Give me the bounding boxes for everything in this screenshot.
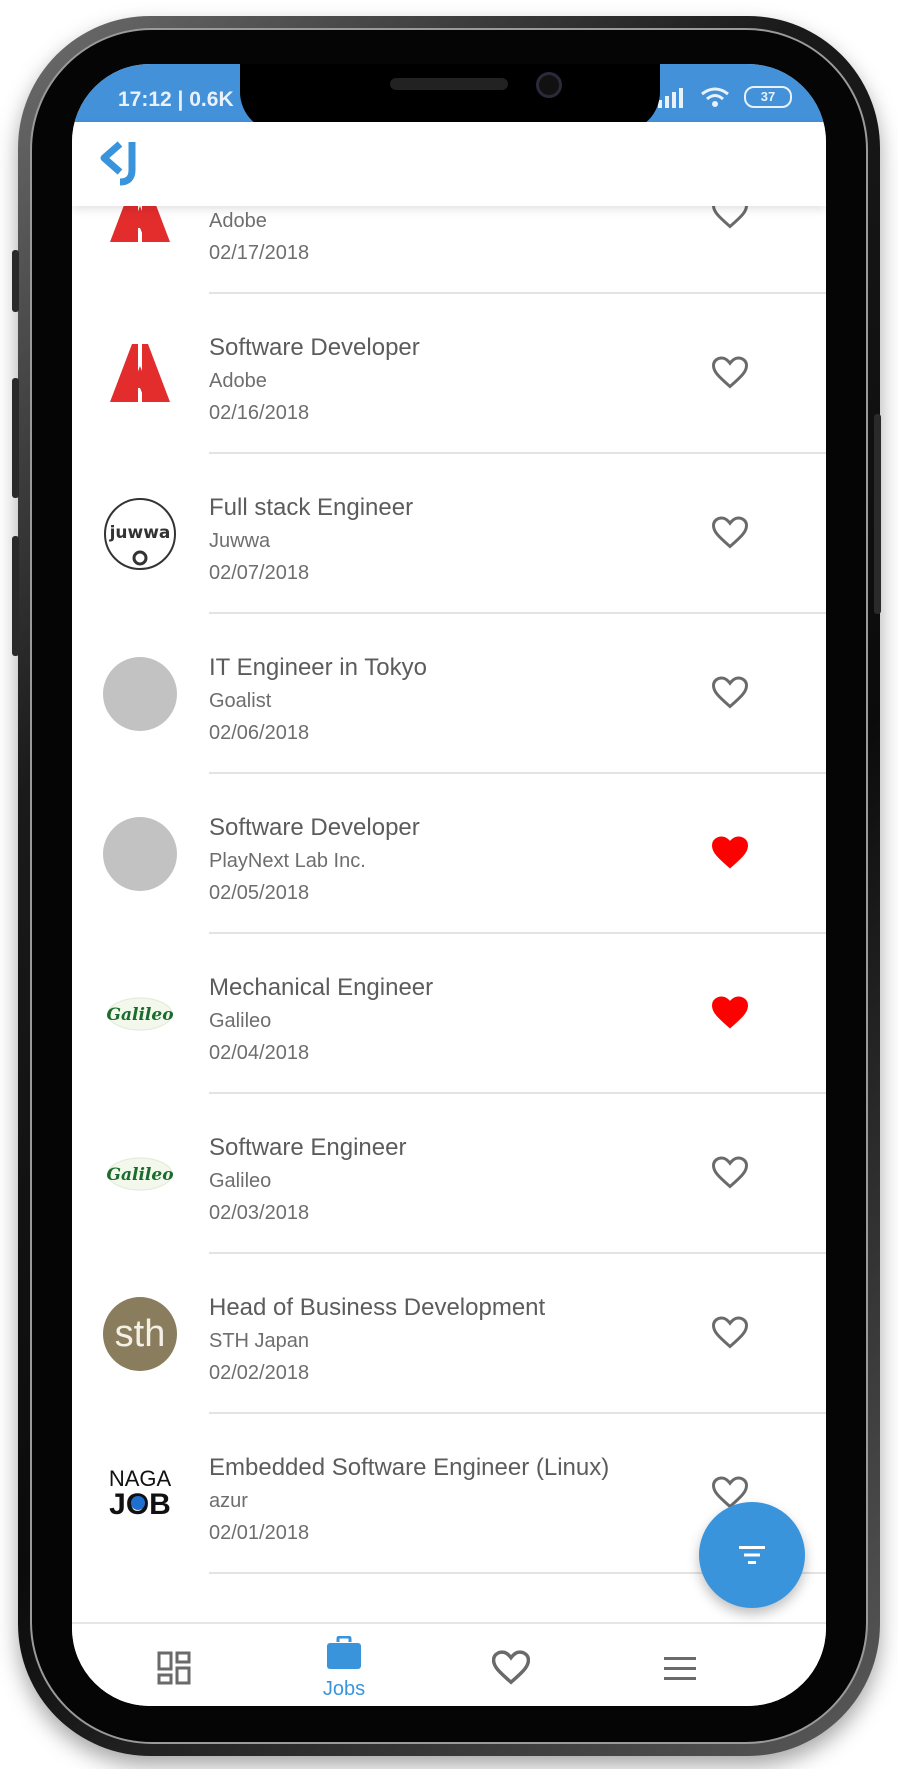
job-title: Software Developer — [209, 334, 420, 361]
favorite-heart-icon[interactable] — [712, 516, 748, 550]
briefcase-icon — [327, 1636, 361, 1669]
wifi-icon — [701, 87, 729, 107]
earpiece-speaker — [390, 78, 508, 90]
job-title: Mechanical Engineer — [209, 974, 434, 1001]
volume-up-button — [12, 378, 19, 498]
job-date: 02/01/2018 — [209, 1522, 310, 1544]
filter-button[interactable] — [699, 1502, 805, 1608]
job-company: STH Japan — [209, 1330, 310, 1352]
job-company: Galileo — [209, 1170, 272, 1192]
app-bar — [72, 122, 826, 206]
volume-down-button — [12, 536, 19, 656]
job-title: Software Developer — [209, 814, 420, 841]
favorite-heart-icon[interactable] — [712, 356, 748, 390]
job-company: azur — [209, 1490, 248, 1512]
job-date: 02/05/2018 — [209, 882, 310, 904]
job-title: Head of Business Development — [209, 1294, 546, 1321]
company-logo: sth — [103, 1297, 177, 1371]
job-list-item[interactable]: Galileo Mechanical Engineer Galileo 02/04/2… — [72, 934, 826, 1094]
company-logo: NAGAJOB — [109, 1466, 172, 1521]
job-company: Goalist — [209, 690, 272, 712]
job-list-item[interactable]: Galileo Software Engineer Galileo 02/03/201… — [72, 1094, 826, 1254]
job-list-item[interactable]: sth Head of Business Development STH Japan… — [72, 1254, 826, 1414]
job-list-item[interactable]: IT Engineer in Tokyo Goalist 02/06/2018 — [72, 614, 826, 774]
job-date: 02/17/2018 — [209, 242, 310, 264]
favorite-heart-icon[interactable] — [712, 836, 748, 870]
dashboard-icon — [157, 1651, 191, 1685]
job-date: 02/02/2018 — [209, 1362, 310, 1384]
galileo-logo-text: Galileo — [106, 1005, 173, 1025]
nav-jobs-label: Jobs — [322, 1678, 366, 1700]
signal-icon — [658, 88, 683, 108]
job-company: Galileo — [209, 1010, 272, 1032]
job-company: Adobe — [209, 210, 267, 232]
nav-menu[interactable] — [620, 1624, 740, 1706]
company-logo: juwwa — [104, 498, 176, 570]
job-title: IT Engineer in Tokyo — [209, 654, 427, 681]
mute-switch — [12, 250, 19, 312]
nav-jobs[interactable]: Jobs — [284, 1624, 404, 1706]
job-title: Embedded Software Engineer (Linux) — [209, 1454, 610, 1481]
menu-icon — [664, 1657, 696, 1680]
job-list-item[interactable]: Adobe 02/17/2018 — [72, 206, 826, 294]
heart-icon — [492, 1650, 530, 1685]
job-date: 02/06/2018 — [209, 722, 310, 744]
power-button — [874, 414, 881, 614]
battery-indicator: 37 — [744, 86, 792, 108]
company-logo — [103, 817, 177, 891]
jobs-app-logo-icon[interactable] — [98, 138, 144, 188]
favorite-heart-icon[interactable] — [712, 676, 748, 710]
job-list-item[interactable]: juwwa Full stack Engineer Juwwa 02/07/2018 — [72, 454, 826, 614]
company-logo — [103, 657, 177, 731]
company-logo — [110, 344, 170, 402]
job-title: Full stack Engineer — [209, 494, 414, 521]
job-list-item[interactable]: Software Developer PlayNext Lab Inc. 02/05… — [72, 774, 826, 934]
job-company: PlayNext Lab Inc. — [209, 850, 366, 872]
job-date: 02/04/2018 — [209, 1042, 310, 1064]
company-logo: Galileo — [106, 997, 174, 1031]
job-company: Adobe — [209, 370, 267, 392]
filter-icon — [739, 1546, 765, 1564]
job-list[interactable]: Adobe 02/17/2018 Software Developer Adobe 02… — [72, 206, 826, 1622]
status-time: 17:12 | 0.6K — [118, 88, 234, 111]
favorite-heart-icon[interactable] — [712, 1156, 748, 1190]
favorite-heart-icon[interactable] — [712, 1316, 748, 1350]
front-camera — [536, 72, 562, 98]
juwwa-logo-text: juwwa — [109, 523, 171, 543]
nav-dashboard[interactable] — [114, 1624, 234, 1706]
company-logo — [110, 206, 170, 242]
phone-screen: 17:12 | 0.6K 37 Adobe 02/17/2018 Software — [72, 64, 826, 1706]
job-title: Software Engineer — [209, 1134, 407, 1161]
job-date: 02/03/2018 — [209, 1202, 310, 1224]
job-company: Juwwa — [209, 530, 271, 552]
favorite-heart-icon[interactable] — [712, 996, 748, 1030]
job-date: 02/16/2018 — [209, 402, 310, 424]
company-logo: Galileo — [106, 1157, 174, 1191]
nav-favorites[interactable] — [450, 1624, 570, 1706]
job-list-item[interactable]: Software Developer Adobe 02/16/2018 — [72, 294, 826, 454]
favorite-heart-icon[interactable] — [712, 206, 748, 230]
status-icons: 37 — [656, 86, 792, 108]
job-date: 02/07/2018 — [209, 562, 310, 584]
sth-logo-text: sth — [115, 1313, 166, 1355]
galileo-logo-text: Galileo — [106, 1165, 173, 1185]
bottom-navigation: Jobs — [72, 1622, 826, 1706]
